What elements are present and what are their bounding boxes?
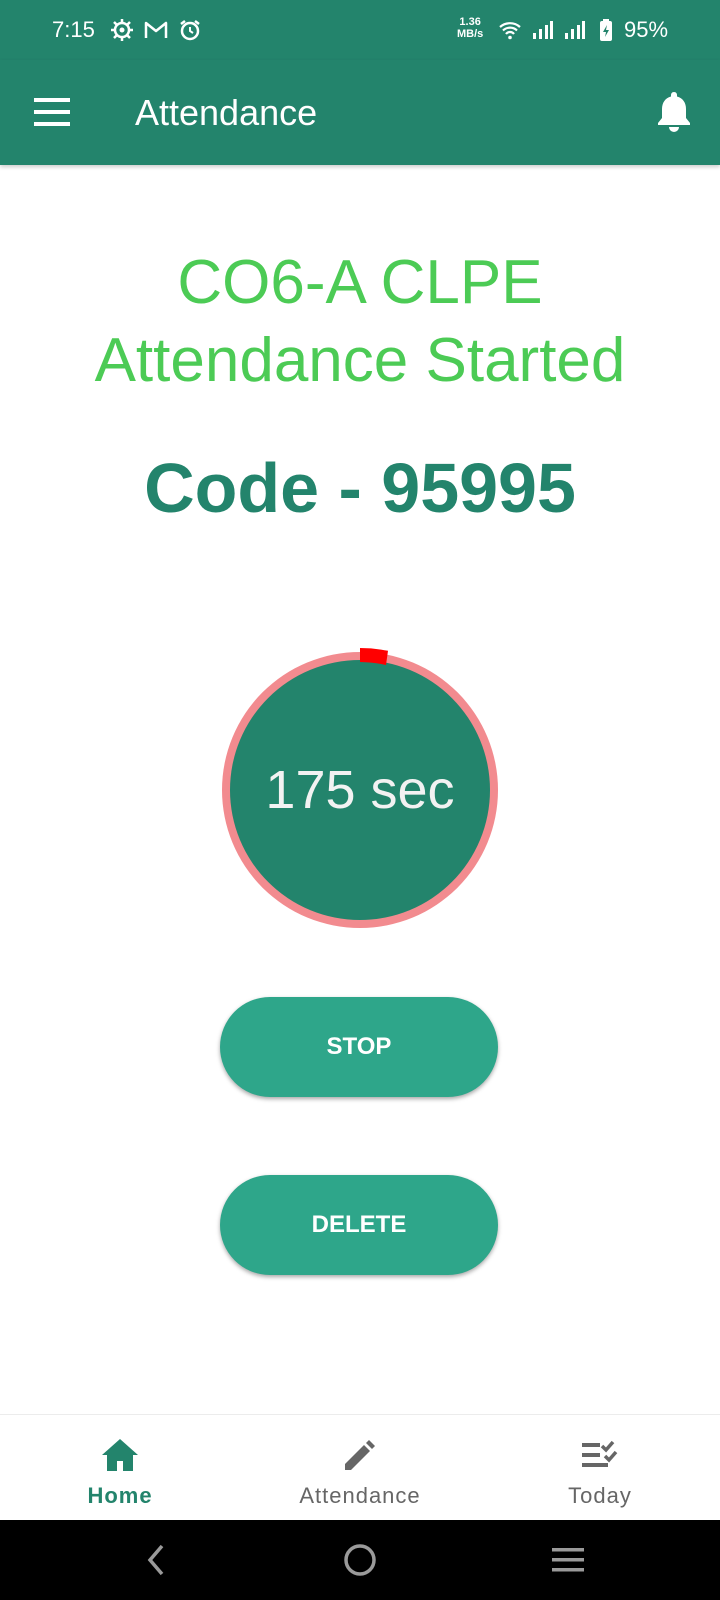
recents-icon[interactable] xyxy=(548,1540,588,1580)
nav-item-today[interactable]: Today xyxy=(480,1415,720,1521)
back-icon[interactable] xyxy=(138,1540,178,1580)
delete-button[interactable]: DELETE xyxy=(220,1175,498,1275)
network-speed-unit: MB/s xyxy=(457,28,484,40)
nav-label-today: Today xyxy=(568,1483,632,1508)
nav-item-home[interactable]: Home xyxy=(0,1415,240,1521)
page-title: Attendance xyxy=(135,92,318,133)
network-speed: 1.36 MB/s xyxy=(457,16,483,40)
checklist-icon xyxy=(582,1440,618,1467)
home-circle-icon[interactable] xyxy=(340,1540,380,1580)
stop-button[interactable]: STOP xyxy=(220,997,498,1097)
network-speed-value: 1.36 xyxy=(459,16,481,28)
nav-item-attendance[interactable]: Attendance xyxy=(240,1415,480,1521)
home-icon xyxy=(102,1439,138,1471)
menu-icon[interactable] xyxy=(30,90,74,134)
battery-percentage: 95% xyxy=(624,17,669,42)
app-bar: Attendance xyxy=(0,60,720,165)
attendance-status-heading: Attendance Started xyxy=(94,326,626,395)
status-bar: 7:15 1.36 MB/s 95% xyxy=(0,0,720,60)
battery-charging-icon xyxy=(600,19,612,41)
nav-label-attendance: Attendance xyxy=(299,1483,421,1508)
signal-icon xyxy=(533,21,553,39)
status-notification-icons xyxy=(110,18,202,42)
pencil-icon xyxy=(345,1440,375,1470)
signal-icon xyxy=(565,21,585,39)
class-name-heading: CO6-A CLPE xyxy=(177,248,543,317)
status-system-icons xyxy=(498,18,618,42)
settings-icon xyxy=(111,19,133,41)
status-time: 7:15 xyxy=(52,17,95,42)
gmail-icon xyxy=(144,21,168,38)
alarm-icon xyxy=(180,20,200,41)
wifi-icon xyxy=(499,22,521,40)
nav-label-home: Home xyxy=(87,1483,153,1508)
bottom-navigation: Home Attendance Today xyxy=(0,1414,720,1521)
bell-icon[interactable] xyxy=(654,88,694,132)
system-navigation-bar xyxy=(0,1520,720,1600)
countdown-timer: 175 sec xyxy=(216,646,504,934)
timer-label: 175 sec xyxy=(265,760,455,820)
attendance-code: Code - 95995 xyxy=(144,449,576,527)
